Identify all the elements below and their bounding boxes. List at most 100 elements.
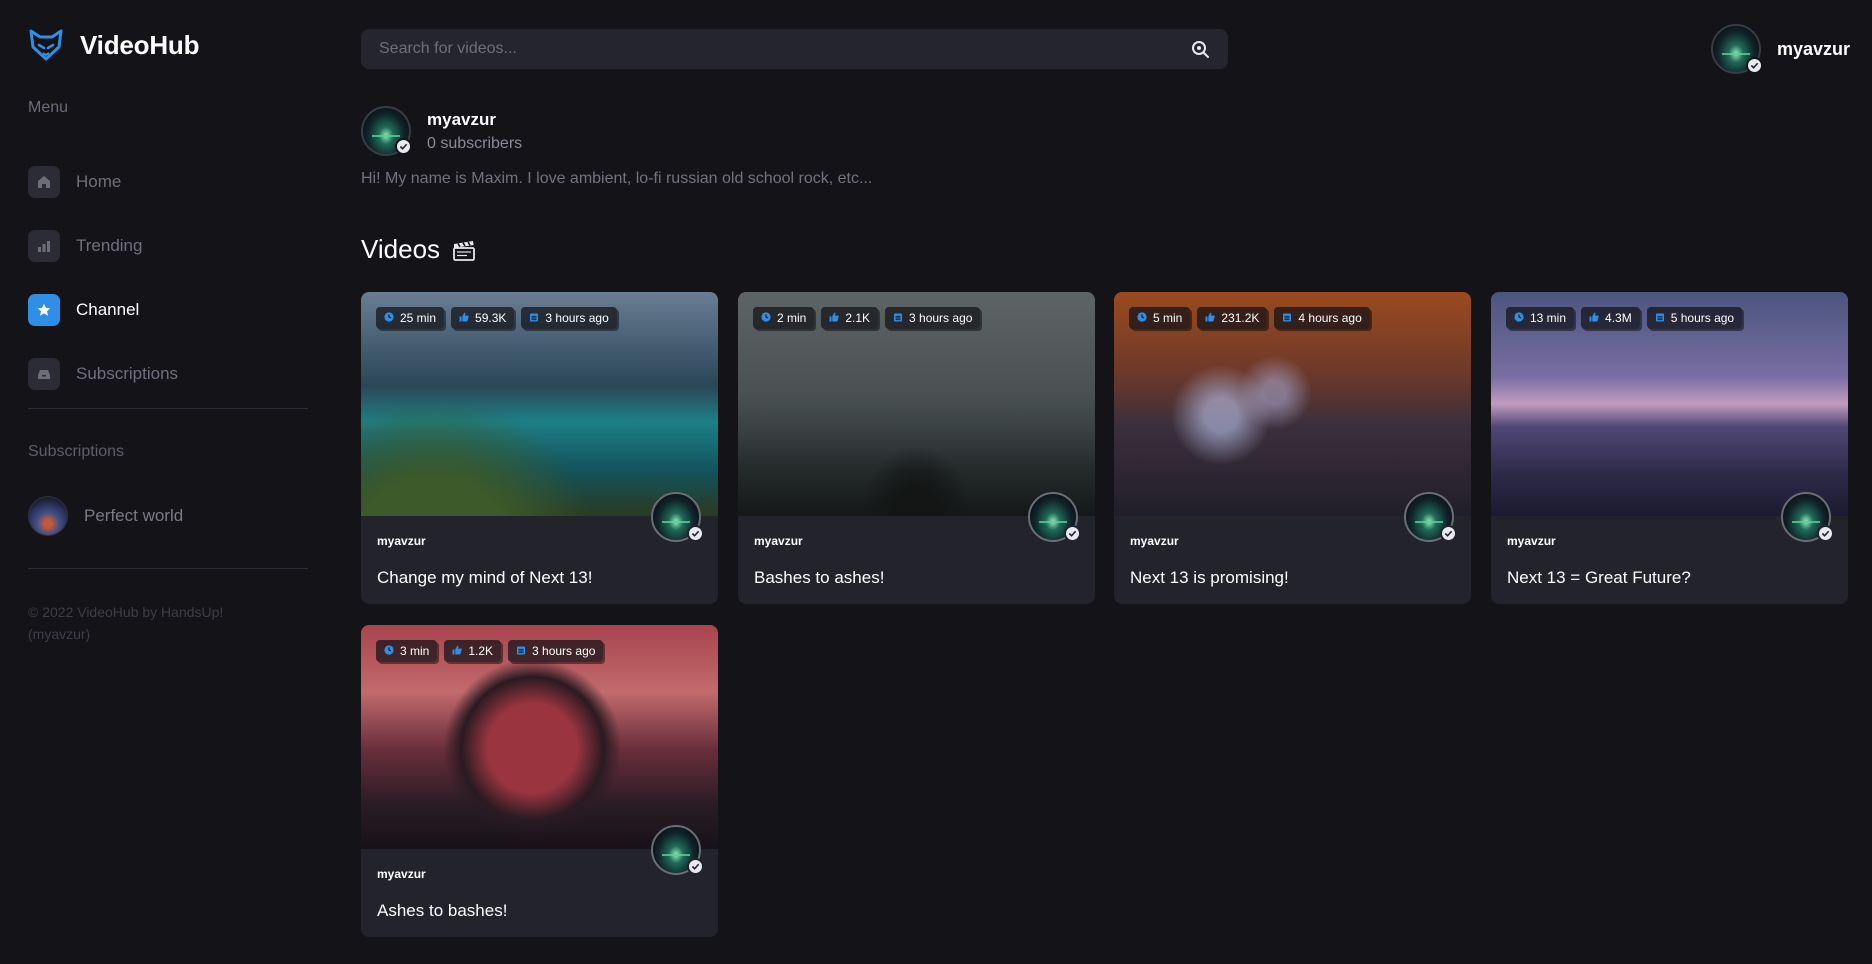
- star-icon: [28, 294, 60, 326]
- verified-icon: [1817, 525, 1834, 542]
- menu-label: Menu: [28, 99, 69, 116]
- duration-badge: 3 min: [376, 640, 438, 662]
- sidebar-item-home[interactable]: Home: [28, 150, 308, 214]
- username: myavzur: [1776, 38, 1850, 59]
- video-card[interactable]: 13 min 4.3M 5 hours ago myavzur Next 13 …: [1491, 292, 1848, 604]
- likes-text: 59.3K: [475, 311, 507, 325]
- sidebar-item-subscriptions[interactable]: Subscriptions: [28, 342, 308, 406]
- video-card[interactable]: 25 min 59.3K 3 hours ago myavzur Change …: [361, 292, 718, 604]
- likes-badge: 1.2K: [444, 640, 502, 662]
- avatar: [1710, 24, 1763, 74]
- likes-badge: 2.1K: [821, 307, 879, 329]
- search-bar: [361, 29, 1228, 69]
- sidebar-item-label: Trending: [76, 236, 143, 255]
- channel-avatar: [361, 106, 412, 156]
- copyright: © 2022 VideoHub by HandsUp! (myavzur): [28, 604, 224, 642]
- thumbs-up-icon: [1589, 311, 1599, 325]
- sidebar-divider: [28, 568, 308, 569]
- video-card[interactable]: 3 min 1.2K 3 hours ago myavzur Ashes to …: [361, 625, 718, 937]
- channel-avatar[interactable]: [651, 825, 704, 875]
- channel-description: Hi! My name is Maxim. I love ambient, lo…: [361, 170, 873, 187]
- video-channel-name[interactable]: myavzur: [377, 534, 426, 548]
- verified-icon: [687, 858, 704, 875]
- video-title[interactable]: Bashes to ashes!: [754, 568, 884, 588]
- channel-avatar[interactable]: [1404, 492, 1457, 542]
- calendar-icon: [1655, 311, 1665, 325]
- clock-icon: [384, 644, 394, 658]
- thumbs-up-icon: [459, 311, 469, 325]
- likes-text: 231.2K: [1221, 311, 1260, 325]
- sidebar-nav: Home Trending Channel Subscriptions: [28, 150, 308, 406]
- calendar-icon: [516, 644, 526, 658]
- sidebar-item-label: Subscriptions: [76, 364, 179, 383]
- inbox-icon: [28, 358, 60, 390]
- verified-icon: [1440, 525, 1457, 542]
- calendar-icon: [893, 311, 903, 325]
- video-channel-name[interactable]: myavzur: [754, 534, 803, 548]
- sidebar-item-label: Home: [76, 172, 122, 191]
- thumbs-up-icon: [1205, 311, 1216, 325]
- video-title[interactable]: Next 13 = Great Future?: [1507, 568, 1691, 588]
- video-badges: 3 min 1.2K 3 hours ago: [376, 640, 604, 662]
- duration-badge: 5 min: [1129, 307, 1191, 329]
- uploaded-badge: 3 hours ago: [508, 640, 604, 662]
- logo[interactable]: VideoHub: [28, 28, 199, 62]
- likes-text: 4.3M: [1605, 311, 1632, 325]
- channel-avatar[interactable]: [1781, 492, 1834, 542]
- videos-heading: Videos: [361, 234, 441, 264]
- sidebar: VideoHub Menu Home Trending Channel Subs…: [0, 0, 336, 964]
- video-badges: 25 min 59.3K 3 hours ago: [376, 307, 617, 329]
- verified-icon: [1064, 525, 1081, 542]
- sidebar-item-channel[interactable]: Channel: [28, 278, 308, 342]
- subscriber-count: 0 subscribers: [427, 134, 523, 152]
- video-title[interactable]: Change my mind of Next 13!: [377, 568, 592, 588]
- channel-avatar[interactable]: [651, 492, 704, 542]
- clock-icon: [1514, 311, 1524, 325]
- user-menu[interactable]: myavzur: [1710, 24, 1850, 74]
- avatar: [28, 496, 68, 536]
- likes-text: 1.2K: [468, 644, 494, 658]
- video-channel-name[interactable]: myavzur: [377, 867, 426, 881]
- uploaded-text: 3 hours ago: [545, 311, 609, 325]
- duration-badge: 25 min: [376, 307, 445, 329]
- duration-text: 3 min: [400, 644, 430, 658]
- search-icon[interactable]: [1190, 39, 1210, 59]
- video-card[interactable]: 5 min 231.2K 4 hours ago myavzur Next 13…: [1114, 292, 1471, 604]
- fox-logo-icon: [29, 29, 63, 61]
- sidebar-item-label: Channel: [76, 300, 140, 319]
- clock-icon: [761, 311, 771, 325]
- duration-badge: 2 min: [753, 307, 815, 329]
- uploaded-text: 3 hours ago: [909, 311, 973, 325]
- video-badges: 13 min 4.3M 5 hours ago: [1506, 307, 1743, 329]
- subscription-item[interactable]: Perfect world: [28, 496, 183, 536]
- section-title: Videos: [361, 234, 476, 265]
- video-badges: 2 min 2.1K 3 hours ago: [753, 307, 981, 329]
- channel-header: myavzur 0 subscribers: [361, 106, 522, 156]
- duration-badge: 13 min: [1506, 307, 1575, 329]
- search-input[interactable]: [379, 40, 1190, 58]
- likes-badge: 4.3M: [1581, 307, 1640, 329]
- sidebar-divider: [28, 408, 308, 409]
- uploaded-badge: 4 hours ago: [1274, 307, 1370, 329]
- subscriptions-heading: Subscriptions: [28, 443, 125, 460]
- channel-avatar[interactable]: [1028, 492, 1081, 542]
- likes-text: 2.1K: [845, 311, 871, 325]
- video-badges: 5 min 231.2K 4 hours ago: [1129, 307, 1370, 329]
- calendar-icon: [1282, 311, 1292, 325]
- sidebar-item-trending[interactable]: Trending: [28, 214, 308, 278]
- video-channel-name[interactable]: myavzur: [1507, 534, 1556, 548]
- video-title[interactable]: Next 13 is promising!: [1130, 568, 1289, 588]
- video-title[interactable]: Ashes to bashes!: [377, 901, 507, 921]
- verified-icon: [395, 138, 412, 155]
- likes-badge: 59.3K: [451, 307, 515, 329]
- verified-icon: [687, 525, 704, 542]
- channel-name: myavzur: [427, 109, 496, 129]
- video-channel-name[interactable]: myavzur: [1130, 534, 1179, 548]
- likes-badge: 231.2K: [1197, 307, 1268, 329]
- video-card[interactable]: 2 min 2.1K 3 hours ago myavzur Bashes to…: [738, 292, 1095, 604]
- clock-icon: [1137, 311, 1147, 325]
- thumbs-up-icon: [452, 644, 463, 658]
- chart-icon: [28, 230, 60, 262]
- clock-icon: [384, 311, 394, 325]
- uploaded-badge: 3 hours ago: [885, 307, 981, 329]
